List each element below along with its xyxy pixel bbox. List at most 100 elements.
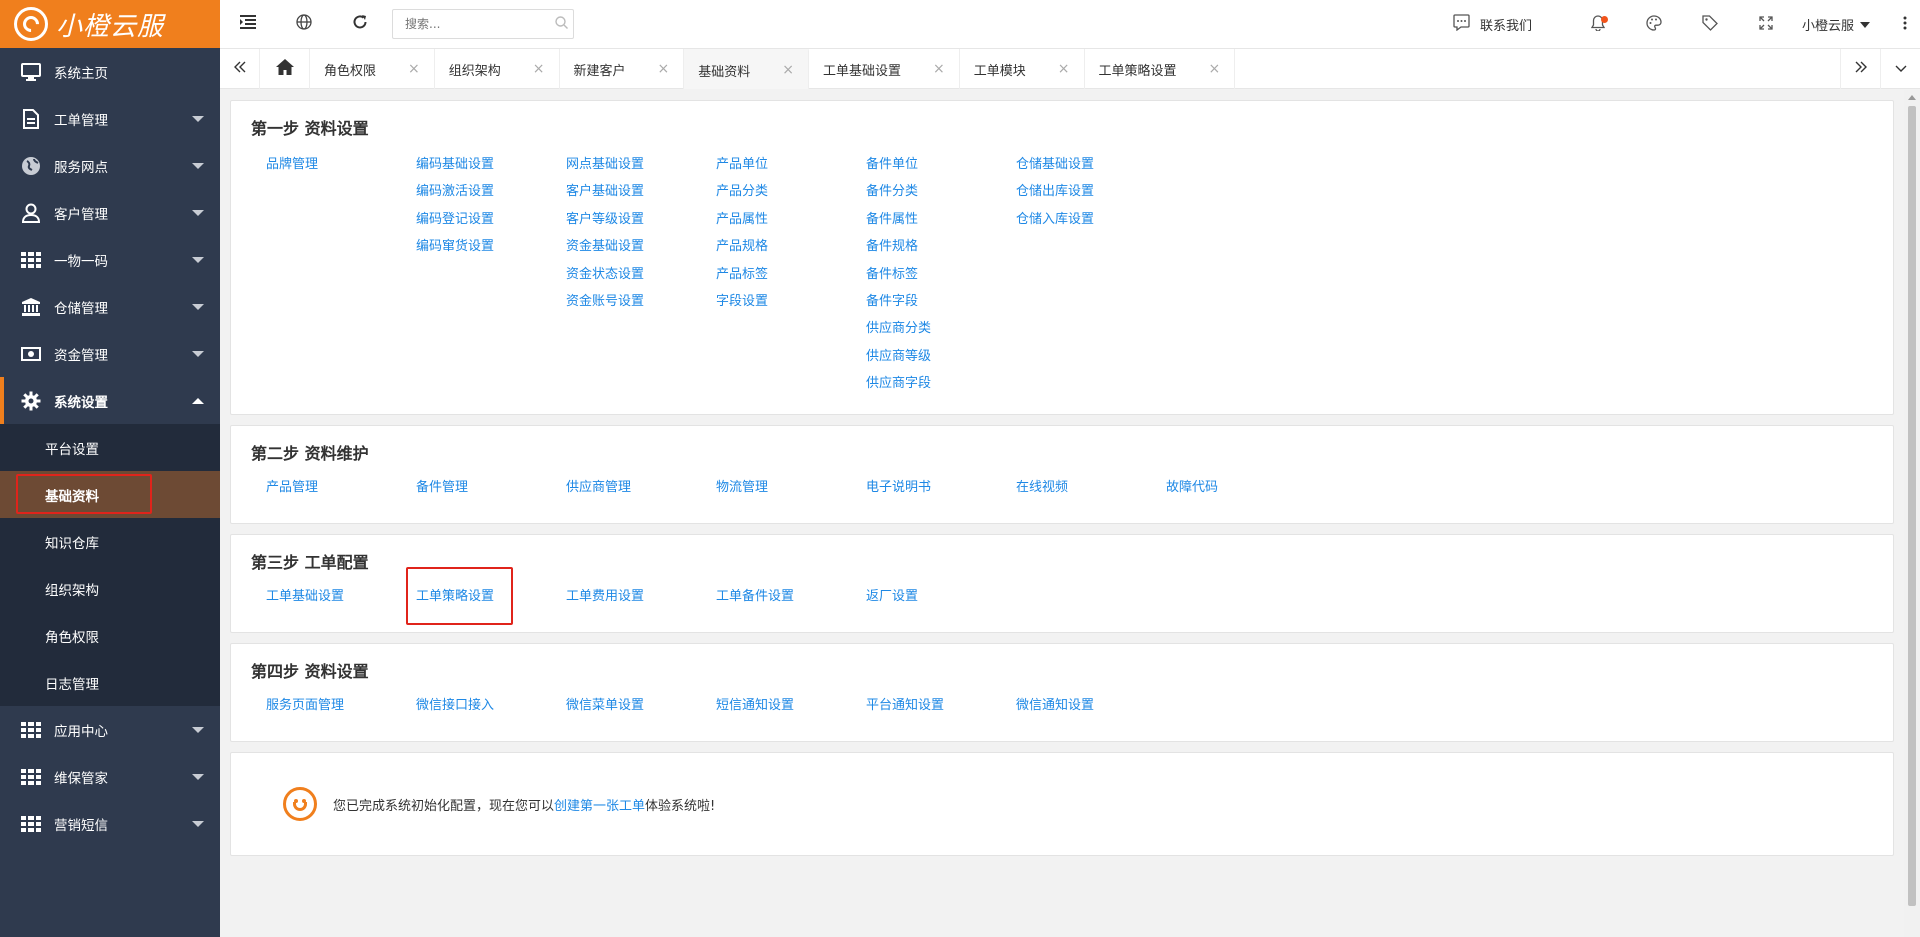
sidebar-subitem-roles[interactable]: 角色权限 (0, 612, 220, 659)
sidebar-subitem-basic-data[interactable]: 基础资料 (0, 471, 220, 518)
link-supplier-management[interactable]: 供应商管理 (566, 476, 716, 500)
link-service-page-management[interactable]: 服务页面管理 (266, 694, 416, 718)
sidebar-subitem-platform-settings[interactable]: 平台设置 (0, 424, 220, 471)
link-part-category[interactable]: 备件分类 (866, 178, 1016, 205)
tab-workorder-strategy[interactable]: 工单策略设置 × (1085, 49, 1236, 89)
link-return-factory-settings[interactable]: 返厂设置 (866, 585, 1016, 609)
link-logistics-management[interactable]: 物流管理 (716, 476, 866, 500)
link-product-tag[interactable]: 产品标签 (716, 261, 866, 288)
search-box[interactable] (392, 9, 574, 39)
sidebar-item-workorder[interactable]: 工单管理 (0, 95, 220, 142)
user-menu[interactable]: 小橙云服 (1802, 15, 1870, 34)
search-icon[interactable] (555, 15, 568, 33)
tab-options-button[interactable] (1880, 49, 1920, 89)
sidebar-item-app-center[interactable]: 应用中心 (0, 706, 220, 753)
link-product-spec[interactable]: 产品规格 (716, 233, 866, 260)
close-icon[interactable]: × (658, 61, 670, 77)
link-code-basic-settings[interactable]: 编码基础设置 (416, 151, 566, 178)
link-supplier-category[interactable]: 供应商分类 (866, 315, 1016, 342)
vertical-scrollbar[interactable] (1904, 90, 1920, 937)
more-menu-button[interactable] (1890, 16, 1920, 34)
close-icon[interactable]: × (1058, 61, 1070, 77)
tab-organization[interactable]: 组织架构 × (435, 49, 560, 89)
link-code-activation-settings[interactable]: 编码激活设置 (416, 178, 566, 205)
tab-workorder-module[interactable]: 工单模块 × (960, 49, 1085, 89)
tab-role-permissions[interactable]: 角色权限 × (310, 49, 435, 89)
sidebar-subitem-organization[interactable]: 组织架构 (0, 565, 220, 612)
link-funds-basic-settings[interactable]: 资金基础设置 (566, 233, 716, 260)
link-customer-level-settings[interactable]: 客户等级设置 (566, 206, 716, 233)
link-e-manual[interactable]: 电子说明书 (866, 476, 1016, 500)
tab-home[interactable] (260, 49, 310, 89)
link-workorder-basic-settings[interactable]: 工单基础设置 (266, 585, 416, 609)
refresh-button[interactable] (332, 0, 388, 49)
close-icon[interactable]: × (782, 62, 794, 78)
link-workorder-part-settings[interactable]: 工单备件设置 (716, 585, 866, 609)
link-funds-status-settings[interactable]: 资金状态设置 (566, 261, 716, 288)
link-wechat-api-integration[interactable]: 微信接口接入 (416, 694, 566, 718)
link-code-registration-settings[interactable]: 编码登记设置 (416, 206, 566, 233)
sidebar-item-sms-marketing[interactable]: 营销短信 (0, 800, 220, 847)
link-sms-notification-settings[interactable]: 短信通知设置 (716, 694, 866, 718)
website-button[interactable] (276, 0, 332, 49)
link-part-management[interactable]: 备件管理 (416, 476, 566, 500)
link-fault-codes[interactable]: 故障代码 (1166, 476, 1316, 500)
link-part-attribute[interactable]: 备件属性 (866, 206, 1016, 233)
close-icon[interactable]: × (1209, 61, 1221, 77)
create-first-workorder-link[interactable]: 创建第一张工单 (554, 799, 645, 814)
link-outlet-basic-settings[interactable]: 网点基础设置 (566, 151, 716, 178)
step1-column: 编码基础设置 编码激活设置 编码登记设置 编码窜货设置 (416, 151, 566, 398)
close-icon[interactable]: × (533, 61, 545, 77)
sidebar-item-customers[interactable]: 客户管理 (0, 189, 220, 236)
fullscreen-button[interactable] (1738, 0, 1794, 49)
link-funds-account-settings[interactable]: 资金账号设置 (566, 288, 716, 315)
link-warehouse-outbound-settings[interactable]: 仓储出库设置 (1016, 178, 1166, 205)
link-code-diversion-settings[interactable]: 编码窜货设置 (416, 233, 566, 260)
link-workorder-fee-settings[interactable]: 工单费用设置 (566, 585, 716, 609)
link-product-management[interactable]: 产品管理 (266, 476, 416, 500)
sidebar-item-service-outlets[interactable]: 服务网点 (0, 142, 220, 189)
link-brand-management[interactable]: 品牌管理 (266, 151, 416, 178)
link-product-attribute[interactable]: 产品属性 (716, 206, 866, 233)
link-part-unit[interactable]: 备件单位 (866, 151, 1016, 178)
scrollbar-thumb[interactable] (1908, 106, 1916, 906)
link-field-settings[interactable]: 字段设置 (716, 288, 866, 315)
link-wechat-menu-settings[interactable]: 微信菜单设置 (566, 694, 716, 718)
tab-scroll-right-button[interactable] (1840, 49, 1880, 89)
contact-us-button[interactable]: 联系我们 (1453, 14, 1532, 35)
sidebar-item-system-settings[interactable]: 系统设置 (0, 377, 220, 424)
link-platform-notification-settings[interactable]: 平台通知设置 (866, 694, 1016, 718)
sidebar-item-maintenance[interactable]: 维保管家 (0, 753, 220, 800)
sidebar-item-warehouse[interactable]: 仓储管理 (0, 283, 220, 330)
theme-button[interactable] (1626, 0, 1682, 49)
link-supplier-level[interactable]: 供应商等级 (866, 343, 1016, 370)
app-logo[interactable]: 小橙云服 (0, 0, 220, 48)
sidebar-item-one-code[interactable]: 一物一码 (0, 236, 220, 283)
tab-new-customer[interactable]: 新建客户 × (560, 49, 685, 89)
link-warehouse-inbound-settings[interactable]: 仓储入库设置 (1016, 206, 1166, 233)
link-part-spec[interactable]: 备件规格 (866, 233, 1016, 260)
link-online-video[interactable]: 在线视频 (1016, 476, 1166, 500)
tab-basic-data[interactable]: 基础资料 × (684, 49, 809, 89)
notifications-button[interactable] (1570, 0, 1626, 49)
tab-scroll-left-button[interactable] (220, 49, 260, 89)
sidebar-item-funds[interactable]: 资金管理 (0, 330, 220, 377)
link-workorder-strategy-settings[interactable]: 工单策略设置 (406, 567, 566, 625)
link-product-unit[interactable]: 产品单位 (716, 151, 866, 178)
sidebar-item-home[interactable]: 系统主页 (0, 48, 220, 95)
sidebar-subitem-logs[interactable]: 日志管理 (0, 659, 220, 706)
close-icon[interactable]: × (933, 61, 945, 77)
link-product-category[interactable]: 产品分类 (716, 178, 866, 205)
link-customer-basic-settings[interactable]: 客户基础设置 (566, 178, 716, 205)
tab-workorder-basic-settings[interactable]: 工单基础设置 × (809, 49, 960, 89)
search-input[interactable] (405, 17, 555, 31)
link-warehouse-basic-settings[interactable]: 仓储基础设置 (1016, 151, 1166, 178)
link-part-tag[interactable]: 备件标签 (866, 261, 1016, 288)
close-icon[interactable]: × (408, 61, 420, 77)
link-part-field[interactable]: 备件字段 (866, 288, 1016, 315)
menu-toggle-button[interactable] (220, 0, 276, 49)
sidebar-subitem-knowledge-base[interactable]: 知识仓库 (0, 518, 220, 565)
link-wechat-notification-settings[interactable]: 微信通知设置 (1016, 694, 1166, 718)
link-supplier-field[interactable]: 供应商字段 (866, 370, 1016, 397)
tag-button[interactable] (1682, 0, 1738, 49)
